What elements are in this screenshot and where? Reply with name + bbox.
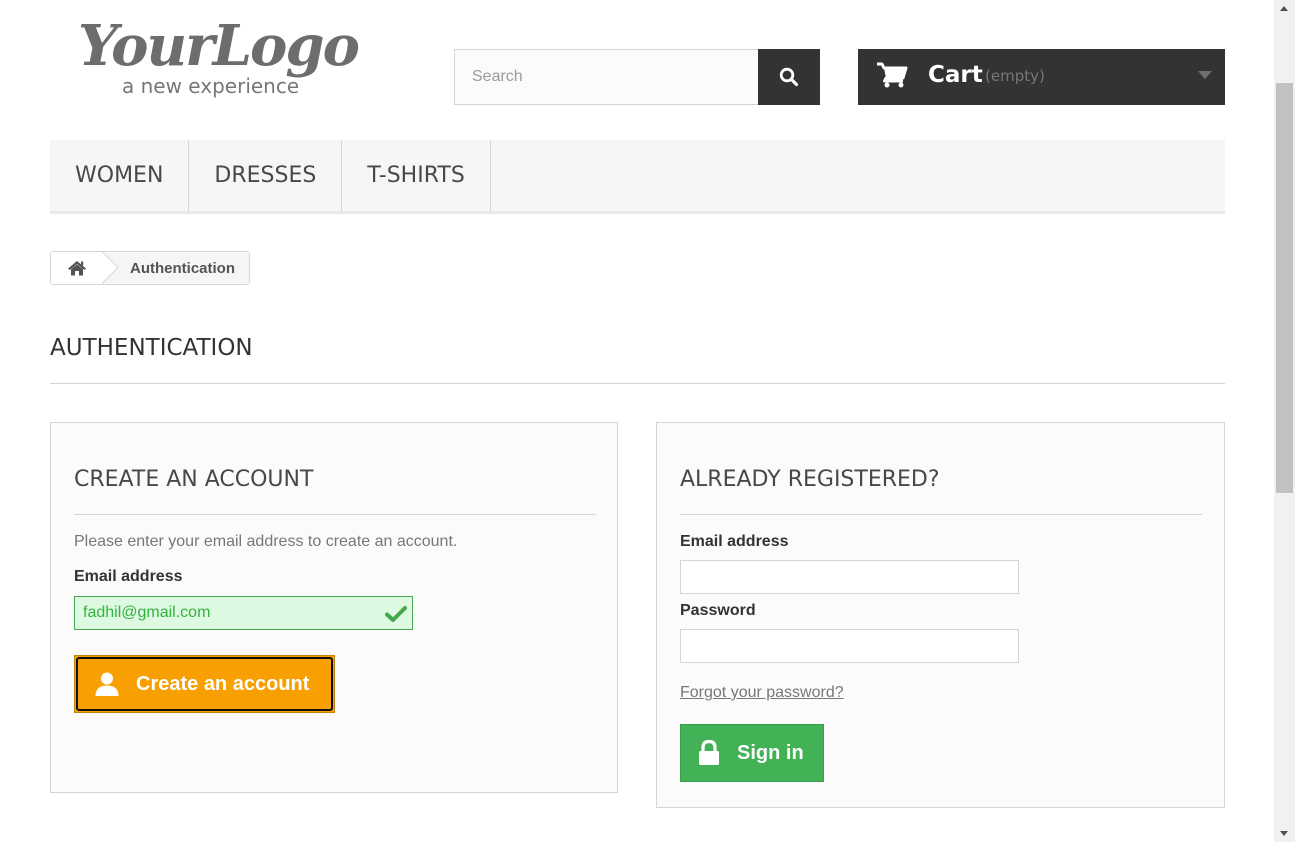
shopping-cart-icon (877, 62, 908, 88)
breadcrumb-current: Authentication (130, 259, 235, 277)
sign-in-button-label: Sign in (737, 741, 804, 764)
login-form: ALREADY REGISTERED? Email address Passwo… (656, 422, 1225, 808)
site-logo[interactable]: YourLogo a new experience (78, 14, 378, 104)
login-email-input[interactable] (680, 560, 1019, 594)
logo-tagline: a new experience (122, 74, 300, 98)
scroll-up-icon[interactable] (1280, 6, 1288, 11)
chevron-down-icon[interactable] (1198, 71, 1212, 79)
page-title: AUTHENTICATION (50, 332, 1225, 384)
breadcrumb: Authentication (50, 251, 250, 285)
login-title: ALREADY REGISTERED? (680, 465, 1202, 515)
scroll-down-icon[interactable] (1280, 831, 1288, 836)
login-email-label: Email address (680, 533, 789, 550)
create-account-form: CREATE AN ACCOUNT Please enter your emai… (50, 422, 618, 793)
forgot-password-link[interactable]: Forgot your password? (680, 684, 844, 702)
checkmark-icon (385, 606, 407, 622)
create-account-button-label: Create an account (136, 672, 310, 695)
sign-in-button[interactable]: Sign in (680, 724, 824, 782)
password-input[interactable] (680, 629, 1019, 663)
menu-item-tshirts[interactable]: T-SHIRTS (342, 140, 491, 211)
create-email-label: Email address (74, 568, 183, 585)
password-label: Password (680, 602, 756, 619)
breadcrumb-home[interactable] (51, 252, 103, 284)
cart-button[interactable]: Cart (empty) (858, 49, 1225, 105)
cart-status: (empty) (985, 67, 1045, 85)
menu-item-dresses[interactable]: DRESSES (189, 140, 343, 211)
home-icon (68, 261, 86, 276)
create-account-description: Please enter your email address to creat… (74, 533, 458, 550)
search-input[interactable] (454, 49, 759, 105)
logo-main-text: YourLogo (78, 13, 360, 79)
search-icon (779, 67, 799, 87)
main-menu: WOMEN DRESSES T-SHIRTS (50, 140, 1225, 214)
create-email-input[interactable] (74, 596, 413, 630)
page-scrollbar[interactable] (1274, 0, 1295, 842)
search-button[interactable] (758, 49, 820, 105)
create-account-title: CREATE AN ACCOUNT (74, 465, 596, 515)
cart-label: Cart (928, 62, 983, 88)
lock-icon (699, 740, 719, 765)
menu-item-women[interactable]: WOMEN (50, 140, 190, 211)
user-icon (95, 672, 119, 696)
create-account-button[interactable]: Create an account (74, 655, 335, 713)
scrollbar-thumb[interactable] (1276, 83, 1293, 493)
